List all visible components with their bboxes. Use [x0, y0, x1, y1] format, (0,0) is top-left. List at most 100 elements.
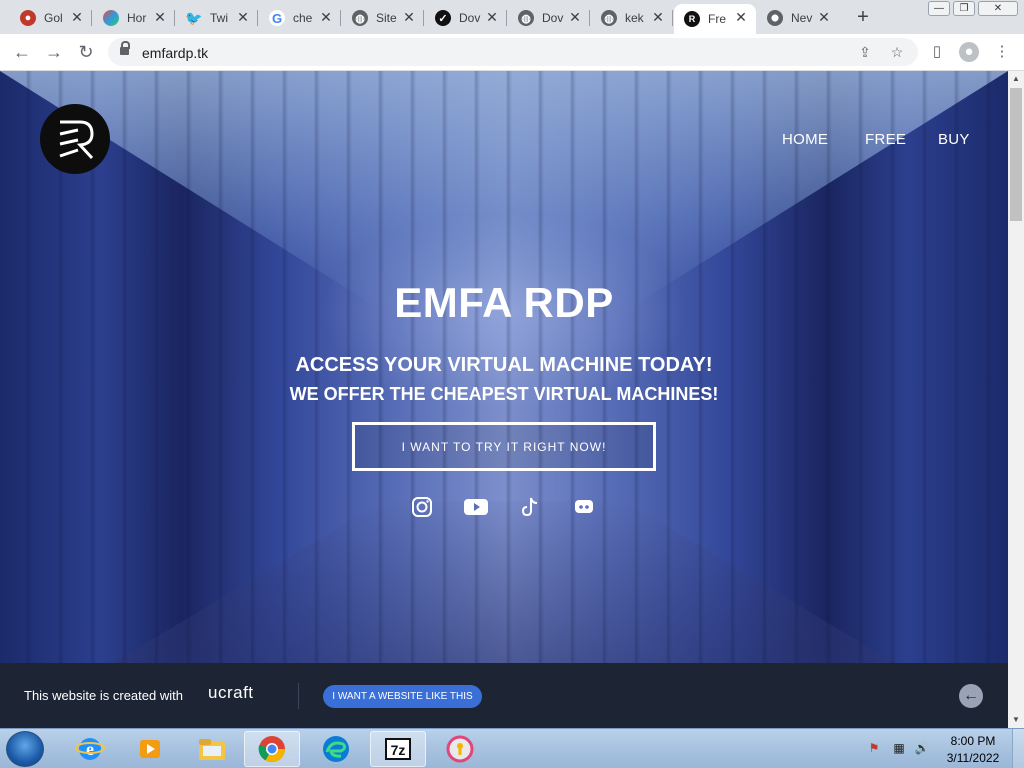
tab-title: kek	[625, 11, 644, 25]
tab-title: Hor	[127, 11, 147, 25]
scroll-up-arrow-icon[interactable]: ▲	[1008, 71, 1024, 87]
close-icon[interactable]: ✕	[153, 10, 167, 24]
close-icon[interactable]: ✕	[319, 10, 333, 24]
hero-subtitle: ACCESS YOUR VIRTUAL MACHINE TODAY!	[295, 354, 713, 376]
discord-icon[interactable]	[572, 495, 596, 519]
nav-buy[interactable]: BUY	[938, 131, 970, 148]
browser-tab[interactable]: Hor ✕	[93, 4, 175, 32]
hero-title: EMFA RDP	[394, 279, 614, 326]
internet-explorer-icon[interactable]: e	[62, 731, 118, 767]
flag-alert-icon[interactable]: ⚑	[866, 740, 882, 756]
close-icon[interactable]: ✕	[734, 10, 748, 24]
tab-title: Twi	[210, 11, 228, 25]
scroll-down-arrow-icon[interactable]: ▼	[1008, 712, 1024, 728]
profile-avatar-icon[interactable]: ●	[959, 42, 979, 62]
tab-title: Gol	[44, 11, 63, 25]
tab-separator	[506, 10, 507, 26]
bookmark-star-icon[interactable]: ☆	[888, 43, 906, 61]
browser-tab[interactable]: Nev ✕	[757, 4, 839, 32]
share-icon[interactable]: ⇪	[856, 43, 874, 61]
show-desktop-button[interactable]	[1012, 729, 1024, 768]
forward-arrow-icon[interactable]: →	[42, 40, 66, 64]
close-icon[interactable]: ✕	[485, 10, 499, 24]
banner-divider	[298, 683, 299, 709]
new-tab-button[interactable]: +	[852, 6, 874, 28]
url-text[interactable]: emfardp.tk	[142, 45, 208, 61]
browser-tab[interactable]: ✓ Dov ✕	[425, 4, 507, 32]
tab-separator	[91, 10, 92, 26]
browser-tab[interactable]: 🐦 Twi ✕	[176, 4, 258, 32]
browser-tab[interactable]: G che ✕	[259, 4, 341, 32]
tab-separator	[174, 10, 175, 26]
tab-separator	[672, 10, 673, 26]
emfa-logo-icon	[59, 120, 94, 160]
tab-strip: ● Gol ✕ Hor ✕ 🐦 Twi ✕ G che ✕ ◍ Site ✕ ✓…	[0, 0, 1024, 34]
chrome-icon	[767, 10, 783, 26]
hero-subtitle-secondary: WE OFFER THE CHEAPEST VIRTUAL MACHINES!	[289, 384, 719, 404]
scrollbar-thumb[interactable]	[1010, 88, 1022, 221]
volume-icon[interactable]: 🔊	[914, 740, 930, 756]
browser-tab[interactable]: ◍ kek ✕	[591, 4, 673, 32]
close-window-button[interactable]: ✕	[978, 1, 1018, 16]
tab-title: Site	[376, 11, 397, 25]
twitter-icon: 🐦	[185, 9, 203, 26]
tab-title: Dov	[459, 11, 481, 25]
clock-time[interactable]: 8:00 PM	[938, 734, 1008, 748]
tab-title: Fre	[708, 12, 726, 26]
close-icon[interactable]: ✕	[568, 10, 582, 24]
browser-tab[interactable]: ◍ Dov ✕	[508, 4, 590, 32]
side-panel-icon[interactable]: ▯	[927, 42, 947, 62]
nav-free[interactable]: FREE	[865, 131, 906, 148]
page-scrollbar[interactable]: ▲ ▼	[1008, 71, 1024, 728]
globe-icon: ◍	[518, 10, 534, 26]
reload-icon[interactable]: ↻	[74, 40, 98, 64]
network-icon[interactable]: ▦	[891, 740, 907, 756]
tab-separator	[257, 10, 258, 26]
start-button[interactable]	[6, 731, 44, 767]
emfa-logo-icon: R	[684, 11, 700, 27]
globe-icon: ◍	[352, 10, 368, 26]
clock-date[interactable]: 3/11/2022	[938, 751, 1008, 765]
close-icon[interactable]: ✕	[817, 10, 831, 24]
lock-icon[interactable]	[120, 41, 130, 56]
chrome-icon[interactable]	[244, 731, 300, 767]
vpn-icon[interactable]	[432, 731, 488, 767]
close-icon[interactable]: ✕	[70, 10, 84, 24]
youtube-icon[interactable]	[464, 495, 488, 519]
site-logo[interactable]	[40, 104, 110, 174]
website-like-this-button[interactable]: I WANT A WEBSITE LIKE THIS	[323, 685, 482, 708]
google-icon: G	[269, 10, 285, 26]
edge-icon[interactable]	[308, 731, 364, 767]
media-player-icon[interactable]	[122, 731, 178, 767]
tab-title: Dov	[542, 11, 564, 25]
back-arrow-icon[interactable]: ←	[959, 684, 983, 708]
more-menu-icon[interactable]: ⋮	[992, 42, 1012, 62]
try-now-button[interactable]: I WANT TO TRY IT RIGHT NOW!	[352, 422, 656, 471]
windows-taskbar: e 7z ⚑ ▦ 🔊 8:00 PM 3/11/2022	[0, 728, 1024, 768]
instagram-icon[interactable]	[410, 495, 434, 519]
restore-button[interactable]: ❐	[953, 1, 975, 16]
browser-tab[interactable]: ● Gol ✕	[10, 4, 92, 32]
check-icon: ✓	[435, 10, 451, 26]
address-bar[interactable]: emfardp.tk ⇪ ☆	[108, 38, 918, 66]
browser-tab[interactable]: ◍ Site ✕	[342, 4, 424, 32]
banner-text: This website is created with	[24, 688, 183, 703]
tiktok-icon[interactable]	[518, 495, 542, 519]
colorful-heart-icon	[103, 10, 119, 26]
close-icon[interactable]: ✕	[651, 10, 665, 24]
back-arrow-icon[interactable]: ←	[10, 40, 34, 64]
close-icon[interactable]: ✕	[236, 10, 250, 24]
browser-tab-active[interactable]: R Fre ✕	[674, 4, 756, 34]
globe-icon: ◍	[601, 10, 617, 26]
ucraft-logo[interactable]: ucraft	[208, 683, 254, 703]
tab-separator	[340, 10, 341, 26]
browser-toolbar: ← → ↻ emfardp.tk ⇪ ☆ ▯ ● ⋮	[0, 34, 1024, 71]
close-icon[interactable]: ✕	[402, 10, 416, 24]
7zip-icon[interactable]: 7z	[370, 731, 426, 767]
ucraft-promo-banner: This website is created with ucraft I WA…	[0, 663, 1008, 728]
tab-title: Nev	[791, 11, 813, 25]
web-page: HOME FREE BUY EMFA RDP ACCESS YOUR VIRTU…	[0, 71, 1008, 728]
minimize-button[interactable]: —	[928, 1, 950, 16]
file-explorer-icon[interactable]	[184, 731, 240, 767]
nav-home[interactable]: HOME	[782, 131, 828, 148]
